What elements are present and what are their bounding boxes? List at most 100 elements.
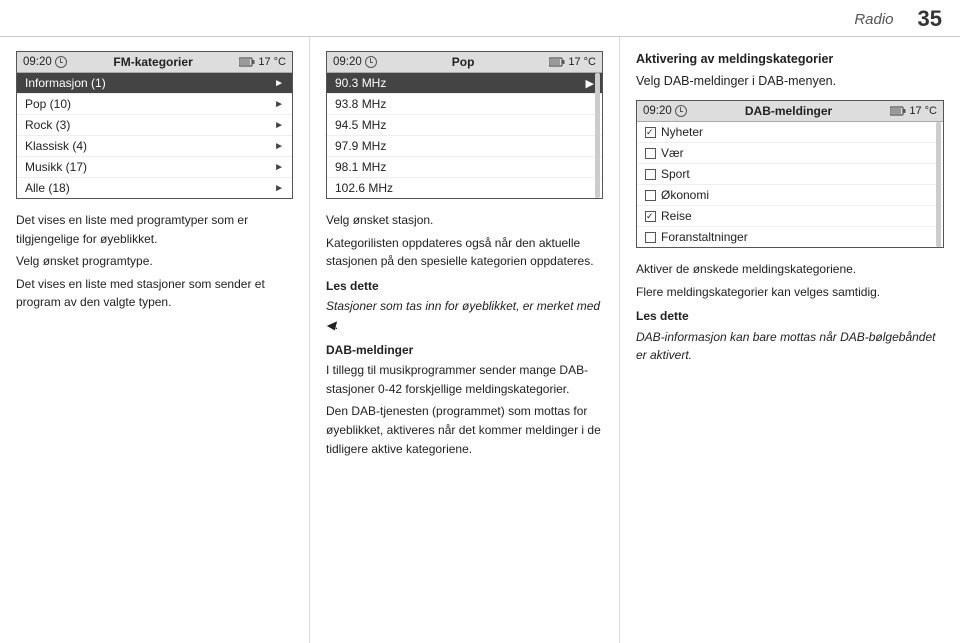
- freq-label: 94.5 MHz: [335, 118, 386, 132]
- right-les-dette-text: DAB-informasjon kan bare mottas når DAB-…: [636, 328, 944, 365]
- check-item[interactable]: Sport: [637, 164, 943, 185]
- left-text-p3: Det vises en liste med stasjoner som sen…: [16, 275, 293, 312]
- item-label: Reise: [661, 209, 692, 223]
- checkbox-foranstaltninger[interactable]: [645, 232, 656, 243]
- check-item[interactable]: Reise: [637, 206, 943, 227]
- freq-label: 93.8 MHz: [335, 97, 386, 111]
- scrollbar[interactable]: [936, 122, 941, 247]
- clock-icon: [365, 56, 377, 68]
- dab-text2: Den DAB-tjenesten (programmet) som motta…: [326, 402, 603, 458]
- checkbox-reise[interactable]: [645, 211, 656, 222]
- right-heading2: Velg DAB-meldinger i DAB-menyen.: [636, 73, 944, 91]
- fm-kategorier-panel: 09:20 FM-kategorier 17 °C Informasjon: [16, 51, 293, 199]
- dab-panel: 09:20 DAB-meldinger 17 °C: [636, 100, 944, 248]
- freq-item[interactable]: 94.5 MHz: [327, 115, 602, 136]
- arrow-icon: ►: [274, 183, 284, 194]
- freq-item[interactable]: 98.1 MHz: [327, 157, 602, 178]
- right-text-p1: Aktiver de ønskede meldingskategoriene.: [636, 260, 944, 279]
- item-label: Alle (18): [25, 181, 70, 195]
- fm-panel-header: 09:20 FM-kategorier 17 °C: [17, 52, 292, 73]
- dab-label: DAB-meldinger: [326, 341, 603, 360]
- battery-icon: [890, 106, 906, 116]
- freq-label: 98.1 MHz: [335, 160, 386, 174]
- list-item[interactable]: Informasjon (1) ►: [17, 73, 292, 94]
- checkbox-vaer[interactable]: [645, 148, 656, 159]
- item-label: Rock (3): [25, 118, 70, 132]
- check-item[interactable]: Vær: [637, 143, 943, 164]
- freq-item[interactable]: 93.8 MHz: [327, 94, 602, 115]
- freq-list: 90.3 MHz ▶ 93.8 MHz 94.5 MHz 97.9 MHz 98…: [327, 73, 602, 198]
- item-label: Informasjon (1): [25, 76, 106, 90]
- right-les-dette-label: Les dette: [636, 307, 944, 326]
- battery-icon: [549, 57, 565, 67]
- list-item[interactable]: Klassisk (4) ►: [17, 136, 292, 157]
- item-label: Foranstaltninger: [661, 230, 748, 244]
- dab-panel-header: 09:20 DAB-meldinger 17 °C: [637, 101, 943, 122]
- item-label: Sport: [661, 167, 690, 181]
- freq-label: 90.3 MHz: [335, 76, 386, 90]
- scrollbar[interactable]: [595, 73, 600, 198]
- right-heading1: Aktivering av meldingskategorier: [636, 51, 944, 69]
- check-item[interactable]: Økonomi: [637, 185, 943, 206]
- checkbox-okonomi[interactable]: [645, 190, 656, 201]
- freq-label: 97.9 MHz: [335, 139, 386, 153]
- item-label: Pop (10): [25, 97, 71, 111]
- battery-icon: [239, 57, 255, 67]
- mid-column: 09:20 Pop 17 °C 90.3 MHz: [310, 37, 620, 643]
- mid-panel-time: 09:20: [333, 56, 362, 68]
- right-intro: Aktivering av meldingskategorier Velg DA…: [636, 51, 944, 90]
- left-panel-time: 09:20: [23, 56, 52, 68]
- les-dette-label: Les dette: [326, 277, 603, 296]
- right-column: Aktivering av meldingskategorier Velg DA…: [620, 37, 960, 643]
- mid-body-text: Velg ønsket stasjon. Kategorilisten oppd…: [326, 211, 603, 458]
- left-panel-body: Informasjon (1) ► Pop (10) ► Rock (3) ► …: [17, 73, 292, 198]
- mid-panel-temp: 17 °C: [568, 56, 596, 68]
- arrow-icon: ►: [274, 99, 284, 110]
- item-label: Økonomi: [661, 188, 709, 202]
- main-content: 09:20 FM-kategorier 17 °C Informasjon: [0, 37, 960, 643]
- right-panel-temp: 17 °C: [909, 105, 937, 117]
- dab-check-list: Nyheter Vær Sport Økonomi: [637, 122, 943, 247]
- right-panel-time: 09:20: [643, 105, 672, 117]
- right-panel-title: DAB-meldinger: [745, 104, 832, 118]
- freq-item[interactable]: 102.6 MHz: [327, 178, 602, 198]
- item-label: Nyheter: [661, 125, 703, 139]
- mid-panel-title: Pop: [452, 55, 475, 69]
- les-dette-text: Stasjoner som tas inn for øyeblikket, er…: [326, 297, 603, 334]
- check-item[interactable]: Foranstaltninger: [637, 227, 943, 247]
- left-body-text: Det vises en liste med programtyper som …: [16, 211, 293, 312]
- page-number: 35: [918, 6, 942, 32]
- list-item[interactable]: Musikk (17) ►: [17, 157, 292, 178]
- right-panel-body: Nyheter Vær Sport Økonomi: [637, 122, 943, 247]
- speaker-icon: ▶: [586, 77, 594, 90]
- fm-category-list: Informasjon (1) ► Pop (10) ► Rock (3) ► …: [17, 73, 292, 198]
- right-text-p2: Flere meldingskategorier kan velges samt…: [636, 283, 944, 302]
- freq-item[interactable]: 97.9 MHz: [327, 136, 602, 157]
- left-text-p2: Velg ønsket programtype.: [16, 252, 293, 271]
- freq-item[interactable]: 90.3 MHz ▶: [327, 73, 602, 94]
- item-label: Musikk (17): [25, 160, 87, 174]
- arrow-icon: ►: [274, 78, 284, 89]
- freq-label: 102.6 MHz: [335, 181, 393, 195]
- checkbox-nyheter[interactable]: [645, 127, 656, 138]
- left-panel-temp: 17 °C: [258, 56, 286, 68]
- item-label: Klassisk (4): [25, 139, 87, 153]
- pop-panel: 09:20 Pop 17 °C 90.3 MHz: [326, 51, 603, 199]
- dab-text1: I tillegg til musikprogrammer sender man…: [326, 361, 603, 398]
- check-item[interactable]: Nyheter: [637, 122, 943, 143]
- list-item[interactable]: Alle (18) ►: [17, 178, 292, 198]
- mid-text-p2: Kategorilisten oppdateres også når den a…: [326, 234, 603, 271]
- mid-text-p1: Velg ønsket stasjon.: [326, 211, 603, 230]
- right-body-text: Aktiver de ønskede meldingskategoriene. …: [636, 260, 944, 365]
- list-item[interactable]: Pop (10) ►: [17, 94, 292, 115]
- left-column: 09:20 FM-kategorier 17 °C Informasjon: [0, 37, 310, 643]
- page-header: Radio 35: [0, 0, 960, 37]
- arrow-icon: ►: [274, 120, 284, 131]
- clock-icon: [675, 105, 687, 117]
- arrow-icon: ►: [274, 162, 284, 173]
- pop-panel-header: 09:20 Pop 17 °C: [327, 52, 602, 73]
- item-label: Vær: [661, 146, 684, 160]
- list-item[interactable]: Rock (3) ►: [17, 115, 292, 136]
- checkbox-sport[interactable]: [645, 169, 656, 180]
- page-title: Radio: [854, 11, 893, 28]
